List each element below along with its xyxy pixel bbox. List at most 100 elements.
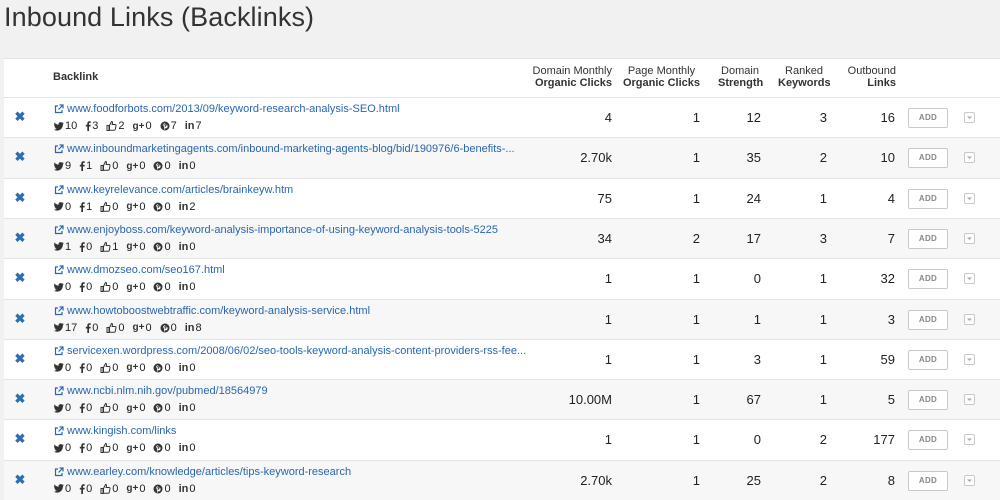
thumbs-up-icon — [100, 241, 111, 252]
thumbs-up-icon — [100, 362, 111, 373]
domain-monthly-clicks: 2.70k — [580, 472, 612, 488]
twitter-icon — [54, 484, 64, 493]
pinterest-icon — [160, 121, 170, 131]
google-plus-count: g+ 0 — [126, 361, 146, 374]
row-menu-dropdown[interactable] — [964, 434, 975, 446]
row-menu-dropdown[interactable] — [964, 112, 975, 123]
pinterest-icon — [153, 161, 163, 171]
social-counts: 0 0 0 g+ 0 0 in 0 — [54, 362, 203, 374]
social-counts: 0 0 0 g+ 0 0 in 0 — [54, 483, 203, 495]
remove-x-icon[interactable]: ✖ — [14, 392, 26, 405]
row-menu-dropdown[interactable] — [964, 232, 975, 244]
linkedin-icon: in — [178, 402, 189, 415]
twitter-icon — [54, 363, 64, 372]
page-monthly-clicks: 1 — [692, 150, 700, 166]
linkedin-count: in 8 — [184, 321, 202, 334]
add-button[interactable]: ADD — [908, 188, 948, 209]
pinterest-count: 0 — [153, 241, 171, 253]
header-ranked-keywords[interactable]: Ranked Keywords — [778, 65, 831, 89]
add-button[interactable]: ADD — [908, 470, 948, 491]
add-button[interactable]: ADD — [908, 228, 948, 249]
backlink-url[interactable]: www.ncbi.nlm.nih.gov/pubmed/18564979 — [67, 385, 268, 397]
remove-x-icon[interactable]: ✖ — [14, 191, 26, 204]
remove-x-icon[interactable]: ✖ — [14, 110, 26, 123]
domain-strength: 25 — [746, 472, 761, 488]
remove-x-icon[interactable]: ✖ — [14, 312, 26, 325]
page-monthly-clicks: 1 — [692, 190, 700, 206]
table-row: ✖ www.howtoboostwebtraffic.com/keyword-a… — [4, 298, 1000, 339]
google-plus-icon: g+ — [132, 120, 145, 132]
linkedin-count: in 0 — [178, 240, 196, 253]
outbound-links: 32 — [880, 271, 895, 287]
page-monthly-clicks: 1 — [692, 472, 700, 488]
outbound-links: 16 — [880, 110, 895, 125]
backlink-cell: www.earley.com/knowledge/articles/tips-k… — [54, 466, 351, 478]
row-menu-dropdown[interactable] — [964, 394, 975, 406]
remove-x-icon[interactable]: ✖ — [14, 473, 26, 486]
header-outbound-links[interactable]: Outbound Links — [848, 65, 896, 89]
twitter-icon — [54, 242, 64, 251]
facebook-count: 0 — [79, 362, 92, 374]
backlink-url[interactable]: servicexen.wordpress.com/2008/06/02/seo-… — [67, 345, 526, 357]
row-menu-dropdown[interactable] — [964, 313, 975, 325]
page-monthly-clicks: 1 — [692, 311, 700, 327]
backlink-url[interactable]: www.inboundmarketingagents.com/inbound-m… — [67, 143, 515, 155]
header-backlink[interactable]: Backlink — [53, 71, 98, 83]
backlink-url[interactable]: www.kingish.com/links — [67, 425, 176, 437]
remove-x-icon[interactable]: ✖ — [14, 231, 26, 244]
add-button[interactable]: ADD — [908, 309, 948, 330]
chevron-down-icon — [967, 197, 972, 200]
backlink-url[interactable]: www.foodforbots.com/2013/09/keyword-rese… — [67, 103, 400, 115]
google-plus-icon: g+ — [126, 362, 139, 374]
add-button[interactable]: ADD — [908, 430, 948, 451]
twitter-count: 0 — [54, 442, 71, 454]
remove-x-icon[interactable]: ✖ — [14, 352, 26, 365]
page-monthly-clicks: 1 — [692, 432, 700, 448]
domain-monthly-clicks: 34 — [597, 230, 612, 246]
add-button[interactable]: ADD — [908, 390, 948, 411]
backlink-cell: www.keyrelevance.com/articles/brainkeyw.… — [54, 184, 293, 196]
row-menu-dropdown[interactable] — [964, 273, 975, 285]
backlink-cell: www.kingish.com/links — [54, 425, 176, 437]
chevron-down-icon — [967, 438, 972, 442]
header-page-monthly-clicks[interactable]: Page Monthly Organic Clicks — [623, 65, 700, 89]
pinterest-count: 0 — [153, 483, 171, 495]
backlink-url[interactable]: www.howtoboostwebtraffic.com/keyword-ana… — [67, 305, 370, 317]
remove-x-icon[interactable]: ✖ — [14, 271, 26, 284]
header-domain-strength[interactable]: Domain Strength — [718, 65, 763, 89]
outbound-links: 10 — [880, 150, 895, 166]
facebook-icon — [79, 483, 85, 494]
facebook-icon — [85, 322, 91, 333]
row-menu-dropdown[interactable] — [964, 474, 975, 486]
backlink-url[interactable]: www.dmozseo.com/seo167.html — [67, 264, 225, 276]
add-button[interactable]: ADD — [908, 108, 948, 128]
row-menu-dropdown[interactable] — [964, 353, 975, 365]
remove-x-icon[interactable]: ✖ — [14, 150, 26, 163]
header-domain-monthly-clicks[interactable]: Domain Monthly Organic Clicks — [533, 65, 612, 89]
chevron-down-icon — [967, 156, 972, 160]
like-count: 0 — [100, 442, 118, 454]
linkedin-icon: in — [178, 160, 189, 173]
table-header: Backlink Domain Monthly Organic Clicks P… — [4, 59, 1000, 97]
facebook-icon — [79, 363, 85, 373]
ranked-keywords: 2 — [819, 432, 827, 448]
backlink-url[interactable]: www.earley.com/knowledge/articles/tips-k… — [67, 466, 351, 478]
table-row: ✖ www.foodforbots.com/2013/09/keyword-re… — [4, 97, 1000, 137]
row-menu-dropdown[interactable] — [964, 192, 975, 204]
pinterest-count: 0 — [153, 201, 171, 213]
twitter-icon — [54, 202, 64, 211]
backlink-cell: servicexen.wordpress.com/2008/06/02/seo-… — [54, 345, 526, 357]
add-button[interactable]: ADD — [908, 269, 948, 290]
remove-x-icon[interactable]: ✖ — [14, 432, 26, 445]
google-plus-count: g+ 0 — [126, 281, 146, 294]
domain-strength: 17 — [746, 230, 761, 246]
linkedin-count: in 7 — [184, 120, 202, 132]
domain-strength: 0 — [753, 432, 761, 448]
row-menu-dropdown[interactable] — [964, 152, 975, 164]
add-button[interactable]: ADD — [908, 148, 948, 169]
backlink-url[interactable]: www.keyrelevance.com/articles/brainkeyw.… — [67, 184, 293, 196]
backlink-url[interactable]: www.enjoyboss.com/keyword-analysis-impor… — [67, 224, 498, 236]
google-plus-count: g+ 0 — [132, 321, 152, 334]
google-plus-count: g+ 0 — [126, 482, 146, 495]
add-button[interactable]: ADD — [908, 349, 948, 370]
